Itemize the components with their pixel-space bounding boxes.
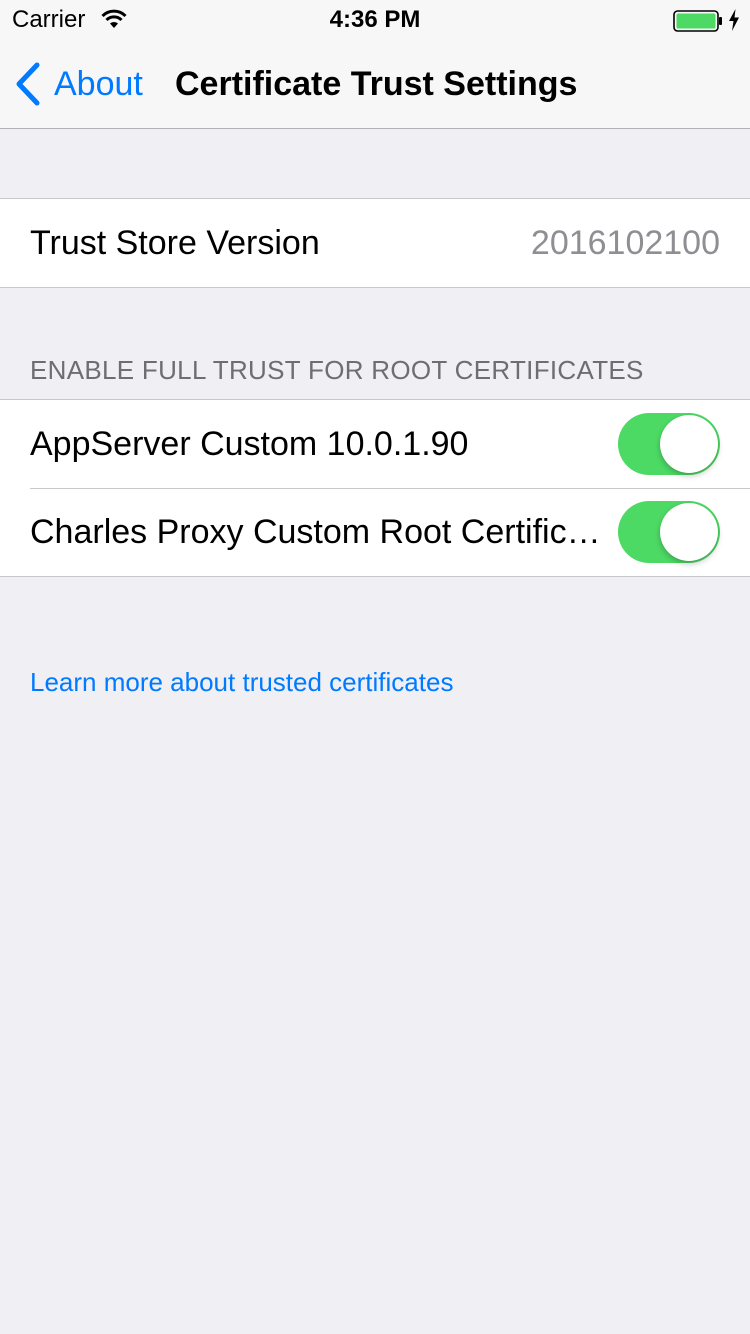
certificate-row: AppServer Custom 10.0.1.90: [0, 400, 750, 488]
trust-store-version-value: 2016102100: [530, 224, 720, 262]
toggle-knob: [660, 415, 718, 473]
status-bar: Carrier 4:36 PM: [0, 0, 750, 40]
page-title: Certificate Trust Settings: [175, 65, 578, 103]
trust-store-version-label: Trust Store Version: [30, 224, 320, 262]
certificate-name: AppServer Custom 10.0.1.90: [30, 425, 469, 463]
navigation-bar: About Certificate Trust Settings: [0, 40, 750, 129]
trust-store-version-row: Trust Store Version 2016102100: [0, 199, 750, 287]
toggle-knob: [660, 503, 718, 561]
section-header-root-certificates: ENABLE FULL TRUST FOR ROOT CERTIFICATES: [30, 355, 644, 385]
back-button-label: About: [54, 65, 143, 103]
charging-icon: [729, 9, 739, 31]
certificate-name: Charles Proxy Custom Root Certificate: [30, 513, 612, 551]
trust-store-group: Trust Store Version 2016102100: [0, 198, 750, 288]
certificate-trust-toggle[interactable]: [618, 413, 720, 475]
battery-icon: [673, 10, 722, 32]
certificate-trust-toggle[interactable]: [618, 501, 720, 563]
back-button[interactable]: About: [14, 60, 143, 108]
learn-more-link[interactable]: Learn more about trusted certificates: [30, 666, 453, 698]
root-certificates-group: AppServer Custom 10.0.1.90 Charles Proxy…: [0, 399, 750, 577]
clock-time: 4:36 PM: [329, 6, 421, 33]
certificate-row: Charles Proxy Custom Root Certificate: [0, 488, 750, 576]
back-chevron-icon: [16, 62, 40, 106]
